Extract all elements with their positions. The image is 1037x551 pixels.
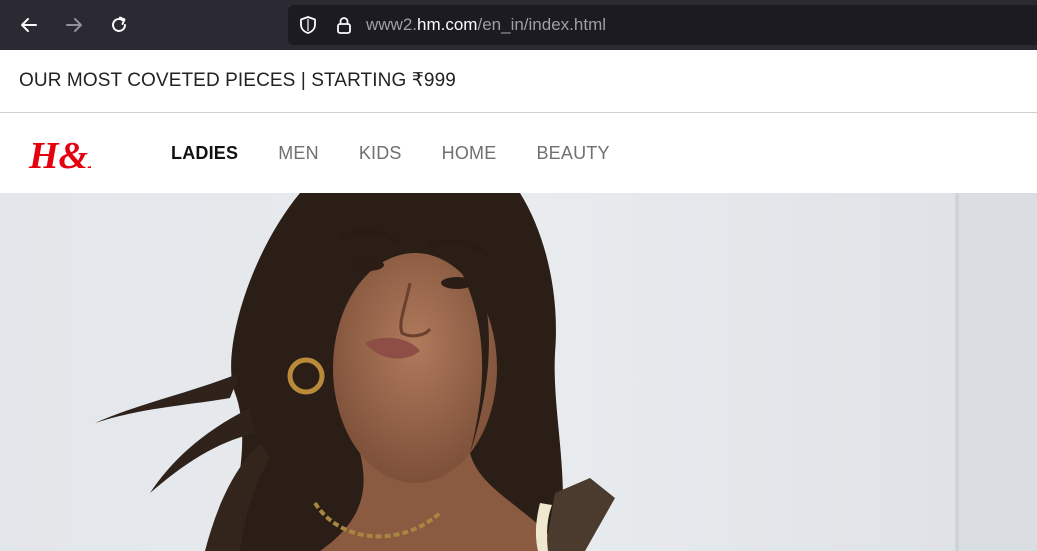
shield-icon[interactable]	[298, 15, 318, 35]
promo-text[interactable]: OUR MOST COVETED PIECES | STARTING ₹999	[19, 50, 456, 112]
reload-button[interactable]	[101, 7, 137, 43]
arrow-left-icon	[21, 18, 37, 32]
reload-icon	[112, 16, 126, 32]
nav-home[interactable]: HOME	[442, 143, 497, 164]
url-path: /en_in/index.html	[477, 15, 607, 34]
nav-kids[interactable]: KIDS	[359, 143, 402, 164]
back-button[interactable]	[11, 7, 47, 43]
url-text[interactable]: www2.hm.com/en_in/index.html	[366, 5, 606, 45]
arrow-right-icon	[66, 18, 82, 32]
url-prefix: www2.	[366, 15, 418, 34]
address-bar[interactable]: www2.hm.com/en_in/index.html	[288, 5, 1037, 45]
logo-text: H&M	[28, 135, 91, 176]
hm-logo-mark: H&M	[28, 135, 123, 177]
nav-ladies[interactable]: LADIES	[171, 143, 238, 164]
nav-men[interactable]: MEN	[278, 143, 319, 164]
forward-button[interactable]	[56, 7, 92, 43]
nav-beauty[interactable]: BEAUTY	[536, 143, 609, 164]
site-header: H&M LADIES MEN KIDS HOME BEAUTY	[0, 113, 1037, 193]
lock-icon[interactable]	[334, 15, 354, 35]
model-portrait-photo	[0, 193, 1037, 551]
hero-banner[interactable]	[0, 193, 1037, 551]
browser-toolbar: www2.hm.com/en_in/index.html	[0, 0, 1037, 50]
hm-logo[interactable]: H&M	[27, 130, 123, 177]
promo-banner[interactable]: OUR MOST COVETED PIECES | STARTING ₹999	[0, 50, 1037, 113]
url-domain: hm.com	[417, 15, 478, 34]
main-nav: LADIES MEN KIDS HOME BEAUTY	[171, 113, 650, 193]
